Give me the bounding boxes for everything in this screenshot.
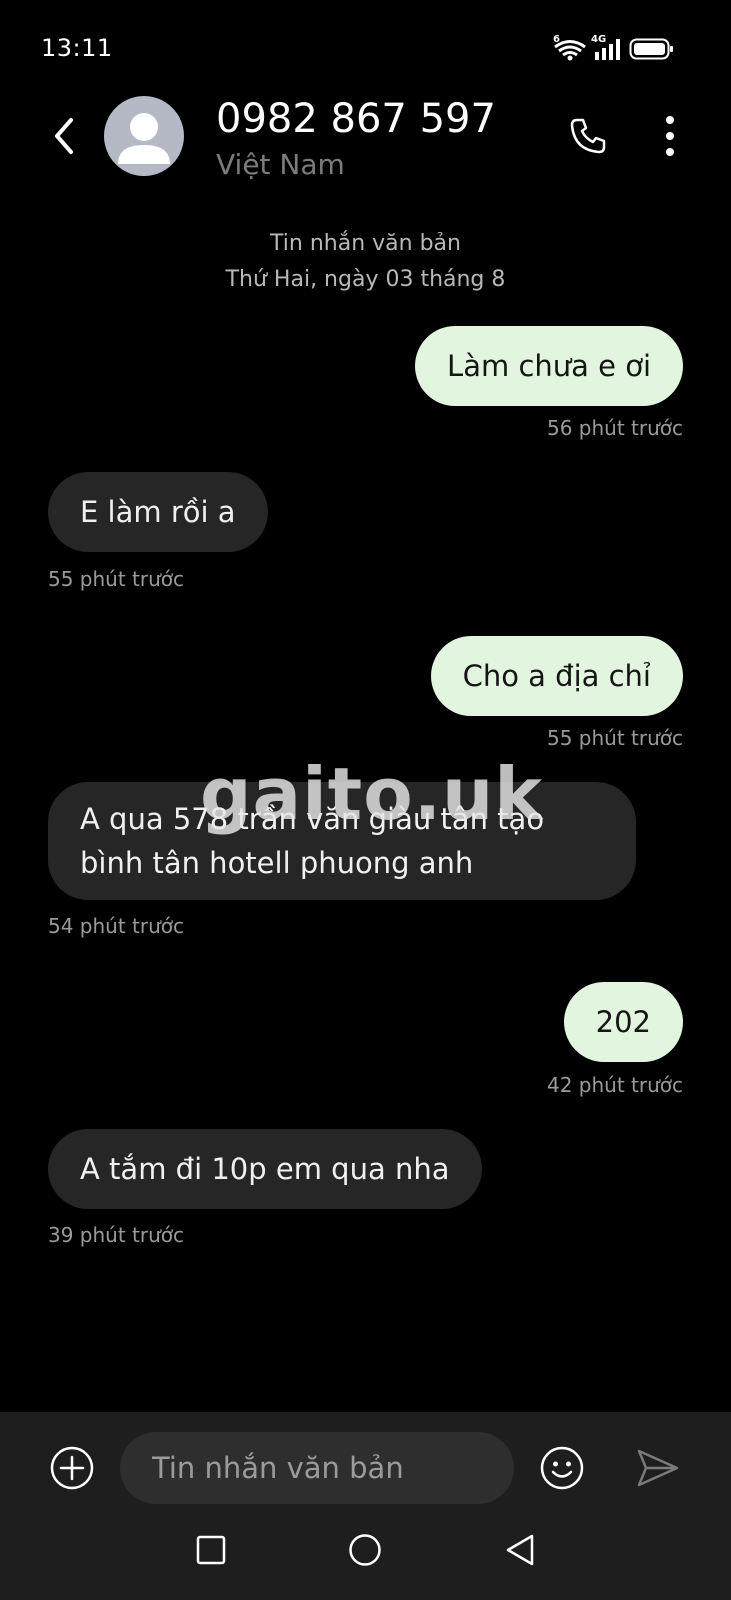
- contact-number: 0982 867 597: [216, 96, 496, 142]
- person-icon: [118, 113, 170, 164]
- more-options-button[interactable]: [650, 110, 690, 162]
- message-text: 202: [595, 1005, 651, 1039]
- avatar[interactable]: [104, 96, 184, 176]
- square-icon: [196, 1535, 226, 1565]
- triangle-back-icon: [506, 1534, 534, 1566]
- wifi-sim-label: 6: [553, 34, 560, 45]
- message-text-line: bình tân hotell phuong anh: [80, 846, 474, 880]
- message-timestamp: 54 phút trước: [48, 914, 185, 938]
- call-button[interactable]: [562, 110, 614, 162]
- message-timestamp: 55 phút trước: [546, 726, 683, 750]
- status-time: 13:11: [41, 34, 113, 62]
- home-button[interactable]: [345, 1530, 385, 1570]
- incoming-message[interactable]: A tắm đi 10p em qua nha: [48, 1129, 482, 1209]
- wifi-icon: 6: [553, 34, 587, 62]
- outgoing-message[interactable]: 202: [563, 982, 683, 1062]
- outgoing-message[interactable]: Cho a địa chỉ: [430, 636, 683, 716]
- battery-icon: [629, 37, 675, 61]
- conversation-header: 0982 867 597 Việt Nam: [0, 96, 731, 222]
- status-bar: 13:11 6 4G: [0, 0, 731, 96]
- message-timestamp: 39 phút trước: [48, 1223, 185, 1247]
- add-attachment-button[interactable]: [48, 1444, 96, 1492]
- message-timestamp: 56 phút trước: [546, 416, 683, 440]
- contact-country: Việt Nam: [216, 148, 345, 181]
- message-input-container: [120, 1432, 514, 1504]
- more-vertical-icon: [666, 116, 674, 156]
- system-nav-bar: [0, 1520, 731, 1600]
- plus-circle-icon: [50, 1446, 94, 1490]
- message-timestamp: 42 phút trước: [546, 1073, 683, 1097]
- recent-apps-button[interactable]: [191, 1530, 231, 1570]
- message-text: A tắm đi 10p em qua nha: [80, 1152, 450, 1186]
- phone-icon: [570, 118, 606, 154]
- message-text: E làm rồi a: [80, 495, 236, 529]
- circle-icon: [349, 1534, 381, 1566]
- chevron-left-icon: [55, 118, 73, 154]
- conversation-date: Thứ Hai, ngày 03 tháng 8: [225, 267, 506, 292]
- message-input[interactable]: [152, 1432, 492, 1504]
- back-button[interactable]: [40, 112, 88, 160]
- message-text: Cho a địa chỉ: [462, 659, 651, 693]
- send-icon: [637, 1449, 679, 1487]
- network-type-label: 4G: [591, 34, 607, 45]
- message-type-label: Tin nhắn văn bản: [270, 231, 461, 256]
- status-icons: 6 4G: [553, 34, 675, 62]
- smiley-icon: [540, 1446, 584, 1490]
- message-text: Làm chưa e ơi: [447, 349, 651, 383]
- incoming-message[interactable]: E làm rồi a: [48, 472, 268, 552]
- nav-back-button[interactable]: [500, 1530, 540, 1570]
- send-button[interactable]: [634, 1446, 682, 1490]
- outgoing-message[interactable]: Làm chưa e ơi: [415, 326, 683, 406]
- conversation-meta: Tin nhắn văn bản Thứ Hai, ngày 03 tháng …: [0, 226, 731, 298]
- message-text-line: A qua 578 trần văn giàu tân tạo: [80, 802, 545, 836]
- emoji-button[interactable]: [538, 1444, 586, 1492]
- incoming-message[interactable]: A qua 578 trần văn giàu tân tạo bình tân…: [48, 782, 636, 900]
- signal-icon: 4G: [591, 34, 625, 62]
- message-timestamp: 55 phút trước: [48, 567, 185, 591]
